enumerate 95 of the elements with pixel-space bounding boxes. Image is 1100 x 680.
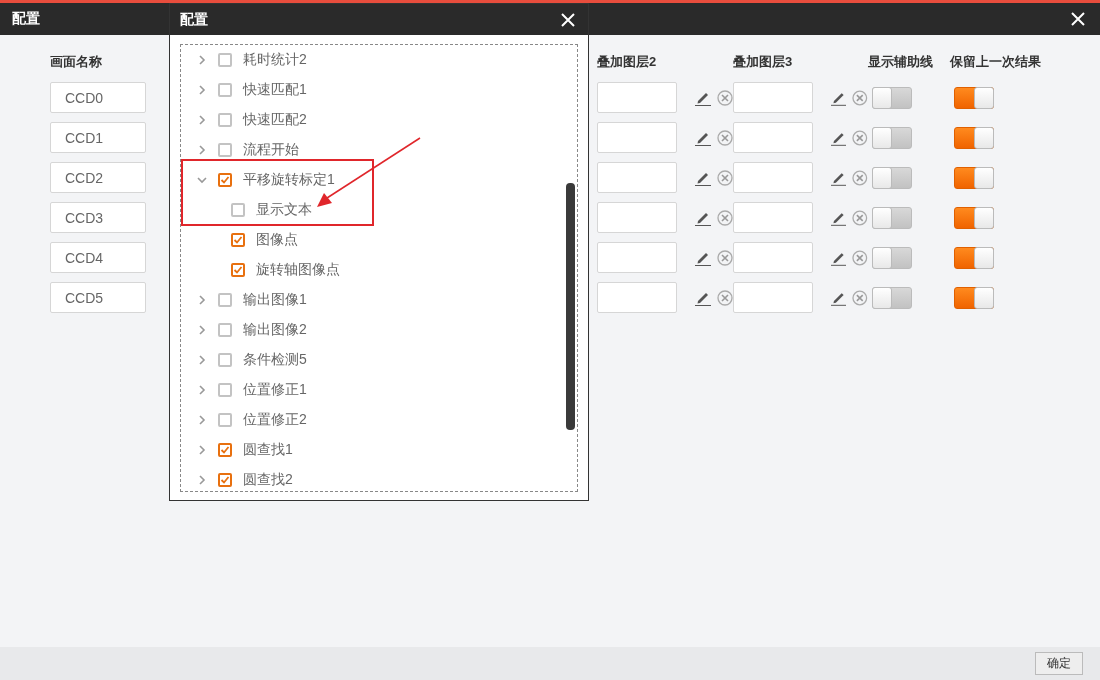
tree-item-label: 条件检测5 <box>243 351 307 369</box>
scrollbar-thumb[interactable] <box>566 183 575 430</box>
layer-field[interactable] <box>597 82 677 113</box>
toggle-switch[interactable] <box>872 246 912 269</box>
clear-icon[interactable] <box>717 169 733 186</box>
checkbox[interactable] <box>218 173 232 187</box>
checkbox[interactable] <box>218 443 232 457</box>
clear-icon[interactable] <box>717 209 733 226</box>
chevron-icon[interactable] <box>197 325 207 335</box>
checkbox[interactable] <box>231 263 245 277</box>
tree-item-label: 圆查找2 <box>243 471 293 489</box>
tree-item-label: 流程开始 <box>243 141 299 159</box>
layer-field[interactable] <box>597 122 677 153</box>
tree-item-label: 圆查找1 <box>243 441 293 459</box>
name-field[interactable]: CCD0 <box>50 82 146 113</box>
tree-item-label: 平移旋转标定1 <box>243 171 335 189</box>
chevron-icon[interactable] <box>197 85 207 95</box>
window-title: 配置 <box>12 10 40 28</box>
chevron-icon[interactable] <box>197 445 207 455</box>
layer-field[interactable] <box>733 242 813 273</box>
chevron-icon[interactable] <box>197 55 207 65</box>
column-header: 保留上一次结果 <box>950 53 1042 71</box>
tree-item-label: 显示文本 <box>256 201 312 219</box>
layer-field[interactable] <box>733 162 813 193</box>
clear-icon[interactable] <box>852 129 868 146</box>
name-field[interactable]: CCD5 <box>50 282 146 313</box>
tree-item-label: 快速匹配2 <box>243 111 307 129</box>
checkbox[interactable] <box>218 473 232 487</box>
clear-icon[interactable] <box>852 249 868 266</box>
layer-field[interactable] <box>597 202 677 233</box>
name-field[interactable]: CCD4 <box>50 242 146 273</box>
tree-item-label: 旋转轴图像点 <box>256 261 340 279</box>
checkbox[interactable] <box>218 83 232 97</box>
checkbox[interactable] <box>218 143 232 157</box>
toggle-switch[interactable] <box>872 126 912 149</box>
tree-item-label: 位置修正2 <box>243 411 307 429</box>
tree-item-label: 快速匹配1 <box>243 81 307 99</box>
toggle-switch[interactable] <box>872 286 912 309</box>
layer-field[interactable] <box>597 242 677 273</box>
name-field[interactable]: CCD3 <box>50 202 146 233</box>
checkbox[interactable] <box>218 353 232 367</box>
clear-icon[interactable] <box>717 289 733 306</box>
toggle-switch[interactable] <box>872 206 912 229</box>
chevron-icon[interactable] <box>197 145 207 155</box>
name-field[interactable]: CCD1 <box>50 122 146 153</box>
dialog-title: 配置 <box>180 10 208 29</box>
layer-field[interactable] <box>733 122 813 153</box>
checkbox[interactable] <box>231 233 245 247</box>
chevron-icon[interactable] <box>197 415 207 425</box>
checkbox[interactable] <box>218 323 232 337</box>
name-field[interactable]: CCD2 <box>50 162 146 193</box>
toggle-switch[interactable] <box>872 166 912 189</box>
tree-item-label: 图像点 <box>256 231 298 249</box>
layer-field[interactable] <box>597 282 677 313</box>
checkbox[interactable] <box>218 293 232 307</box>
layer-field[interactable] <box>733 282 813 313</box>
chevron-icon[interactable] <box>197 475 207 485</box>
column-header: 画面名称 <box>50 53 103 71</box>
checkbox[interactable] <box>218 113 232 127</box>
column-header: 叠加图层2 <box>597 53 658 71</box>
toggle-switch[interactable] <box>954 126 994 149</box>
checkbox[interactable] <box>218 413 232 427</box>
column-header: 叠加图层3 <box>733 53 794 71</box>
clear-icon[interactable] <box>717 249 733 266</box>
chevron-icon[interactable] <box>197 175 207 185</box>
toggle-switch[interactable] <box>954 166 994 189</box>
checkbox[interactable] <box>218 383 232 397</box>
tree-item-label: 耗时统计2 <box>243 51 307 69</box>
toggle-switch[interactable] <box>954 86 994 109</box>
clear-icon[interactable] <box>852 209 868 226</box>
close-icon <box>561 12 575 27</box>
tree-item-label: 输出图像1 <box>243 291 307 309</box>
clear-icon[interactable] <box>852 89 868 106</box>
checkbox[interactable] <box>231 203 245 217</box>
toggle-switch[interactable] <box>872 86 912 109</box>
toggle-switch[interactable] <box>954 246 994 269</box>
ok-button[interactable]: 确定 <box>1035 652 1083 675</box>
chevron-icon[interactable] <box>197 295 207 305</box>
chevron-icon[interactable] <box>197 385 207 395</box>
toggle-switch[interactable] <box>954 206 994 229</box>
clear-icon[interactable] <box>717 89 733 106</box>
chevron-icon[interactable] <box>197 115 207 125</box>
close-icon <box>1071 12 1085 26</box>
column-header: 显示辅助线 <box>868 53 934 71</box>
chevron-icon[interactable] <box>197 355 207 365</box>
tree-item-label: 位置修正1 <box>243 381 307 399</box>
toggle-switch[interactable] <box>954 286 994 309</box>
clear-icon[interactable] <box>852 289 868 306</box>
clear-icon[interactable] <box>852 169 868 186</box>
layer-field[interactable] <box>733 202 813 233</box>
tree-item-label: 输出图像2 <box>243 321 307 339</box>
checkbox[interactable] <box>218 53 232 67</box>
layer-field[interactable] <box>597 162 677 193</box>
layer-field[interactable] <box>733 82 813 113</box>
clear-icon[interactable] <box>717 129 733 146</box>
